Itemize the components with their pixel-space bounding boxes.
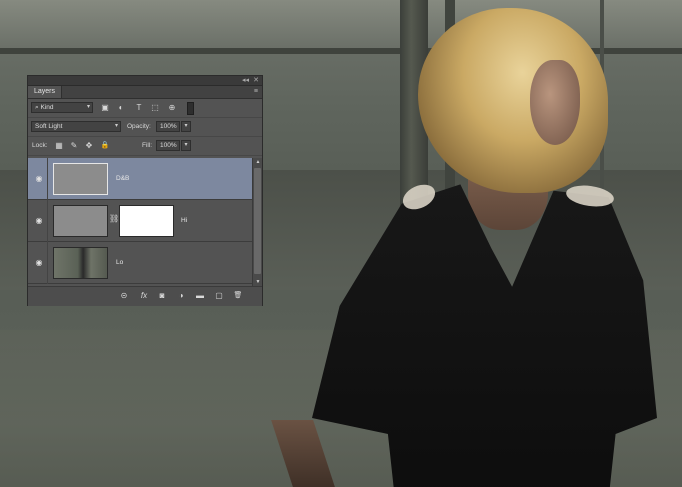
- visibility-toggle[interactable]: ◉: [28, 242, 48, 284]
- layer-row-hi[interactable]: ◉ ⛓ Hi: [28, 200, 252, 242]
- panel-titlebar[interactable]: ◂◂ ✕: [28, 76, 262, 86]
- new-layer-icon[interactable]: ▢: [213, 290, 225, 302]
- chevron-down-icon: ▾: [86, 104, 90, 110]
- mask-link-icon[interactable]: ⛓: [109, 214, 119, 223]
- opacity-dropdown-icon[interactable]: ▾: [181, 121, 191, 132]
- scroll-up-icon[interactable]: ▲: [254, 159, 262, 165]
- blend-mode-value: Soft Light: [35, 123, 63, 130]
- blend-mode-select[interactable]: Soft Light ▾: [31, 121, 121, 132]
- layer-thumbnail[interactable]: [53, 163, 108, 195]
- fill-dropdown-icon[interactable]: ▾: [181, 140, 191, 151]
- scrollbar-thumb[interactable]: [254, 168, 261, 274]
- adjustment-layer-icon[interactable]: ◑: [175, 290, 187, 302]
- smart-object-filter-icon[interactable]: ⊕: [167, 103, 177, 113]
- kind-filter-select[interactable]: ⌕ Kind ▾: [31, 102, 93, 113]
- layer-name[interactable]: Lo: [116, 258, 123, 268]
- eye-icon[interactable]: ◉: [34, 216, 44, 226]
- layer-name[interactable]: Hi: [181, 216, 187, 226]
- adjustment-filter-icon[interactable]: ◐: [116, 103, 126, 113]
- layer-row-lo[interactable]: ◉ Lo: [28, 242, 252, 284]
- new-group-icon[interactable]: ▬: [194, 290, 206, 302]
- lock-row: Lock: ▦ ✎ ✥ 🔒 Fill: 100% ▾: [28, 137, 262, 156]
- panel-tab-row: Layers ≡: [28, 86, 262, 99]
- opacity-label: Opacity:: [127, 123, 151, 130]
- lock-transparent-icon[interactable]: ▦: [54, 141, 64, 151]
- link-layers-icon[interactable]: ⊝: [118, 290, 130, 302]
- lock-label: Lock:: [32, 142, 48, 149]
- opacity-input[interactable]: 100%: [156, 121, 180, 132]
- type-filter-icon[interactable]: T: [134, 103, 144, 113]
- layers-panel: ◂◂ ✕ Layers ≡ ⌕ Kind ▾ ▣ ◐ T ⬚ ⊕ Soft Li…: [27, 75, 263, 306]
- lock-image-icon[interactable]: ✎: [69, 141, 79, 151]
- layer-mask-thumbnail[interactable]: [119, 205, 174, 237]
- tab-layers[interactable]: Layers: [28, 86, 63, 98]
- layers-list: ◉ D&B ◉ ⛓ Hi ◉ Lo: [28, 158, 252, 286]
- layer-style-icon[interactable]: fx: [138, 290, 150, 302]
- visibility-toggle[interactable]: ◉: [28, 158, 48, 200]
- filter-toggle-switch[interactable]: [187, 102, 194, 115]
- eye-icon[interactable]: ◉: [34, 258, 44, 268]
- search-icon: ⌕: [35, 104, 39, 111]
- panel-footer: ⊝ fx ◙ ◑ ▬ ▢ 🗑: [28, 286, 262, 306]
- chevron-down-icon: ▾: [114, 123, 118, 129]
- layer-row-db[interactable]: ◉ D&B: [28, 158, 252, 200]
- collapse-icon[interactable]: ◂◂: [242, 76, 249, 85]
- eye-icon[interactable]: ◉: [34, 174, 44, 184]
- image-filter-icon[interactable]: ▣: [100, 103, 110, 113]
- lock-all-icon[interactable]: 🔒: [100, 141, 110, 151]
- blend-row: Soft Light ▾ Opacity: 100% ▾: [28, 118, 262, 137]
- close-icon[interactable]: ✕: [253, 76, 259, 85]
- fill-input[interactable]: 100%: [156, 140, 180, 151]
- delete-layer-icon[interactable]: 🗑: [232, 290, 244, 302]
- visibility-toggle[interactable]: ◉: [28, 200, 48, 242]
- layer-name[interactable]: D&B: [116, 174, 129, 184]
- kind-filter-label: Kind: [40, 104, 54, 111]
- layer-thumbnail[interactable]: [53, 205, 108, 237]
- shape-filter-icon[interactable]: ⬚: [150, 103, 160, 113]
- filter-row: ⌕ Kind ▾ ▣ ◐ T ⬚ ⊕: [28, 99, 262, 118]
- opacity-value: 100%: [160, 123, 177, 130]
- add-mask-icon[interactable]: ◙: [156, 290, 168, 302]
- panel-menu-icon[interactable]: ≡: [254, 88, 258, 96]
- model-face: [530, 60, 580, 145]
- fill-label: Fill:: [142, 142, 153, 149]
- scroll-down-icon[interactable]: ▼: [254, 279, 262, 285]
- fill-value: 100%: [160, 142, 177, 149]
- layer-thumbnail[interactable]: [53, 247, 108, 279]
- layers-scrollbar[interactable]: ▲ ▼: [252, 158, 262, 286]
- lock-position-icon[interactable]: ✥: [84, 141, 94, 151]
